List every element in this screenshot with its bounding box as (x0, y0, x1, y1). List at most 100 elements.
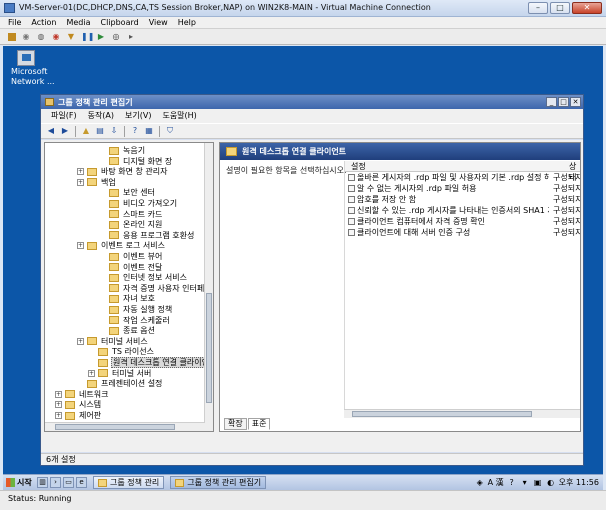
tree-item[interactable]: + 제어판 (55, 410, 102, 421)
tree-item[interactable]: 녹음기 (99, 145, 146, 156)
task-gpm[interactable]: 그룹 정책 관리 (93, 476, 165, 489)
tree-item[interactable]: + 네트워크 (55, 389, 109, 400)
server-manager-icon[interactable]: ▥ (37, 477, 48, 488)
clock[interactable]: 오후 11:56 (559, 477, 599, 488)
expand-icon[interactable]: + (77, 242, 84, 250)
menu-file[interactable]: File (8, 17, 21, 28)
tab-extended[interactable]: 확장 (224, 418, 247, 430)
maximize-button[interactable]: □ (550, 2, 570, 14)
tree-item[interactable]: + 바탕 화면 창 관리자 (77, 166, 169, 177)
gpe-menu-action[interactable]: 동작(A) (88, 109, 114, 123)
gpe-menu-help[interactable]: 도움말(H) (162, 109, 196, 123)
task-gpe[interactable]: 그룹 정책 관리 편집기 (170, 476, 267, 489)
start-icon[interactable]: ◉ (21, 32, 31, 42)
turn-off-icon[interactable]: ◍ (36, 32, 46, 42)
tree-item[interactable]: 작업 스케줄러 (99, 315, 171, 326)
setting-row[interactable]: 암호를 저장 안 함 구성되지 (345, 194, 580, 205)
column-setting[interactable]: 설정 (351, 161, 366, 172)
setting-row[interactable]: 클라이언트에 대해 서버 인증 구성 구성되지 (345, 227, 580, 238)
desktop-icon-network[interactable]: Microsoft Network ... (11, 50, 55, 86)
network-tray-icon[interactable]: ▣ (533, 478, 543, 488)
gpe-menu-file[interactable]: 파일(F) (51, 109, 77, 123)
menu-media[interactable]: Media (66, 17, 90, 28)
policy-tree[interactable]: 녹음기 디지털 화면 장 + 바탕 화면 창 관리자 + 백업 보안 센터 비디오 가져오기 스… (44, 142, 214, 432)
expand-icon[interactable]: + (55, 390, 62, 398)
expand-icon[interactable]: + (55, 412, 62, 419)
ime-icon[interactable]: ◈ (475, 478, 485, 488)
tree-item[interactable]: + 백업 (77, 177, 117, 188)
minimize-button[interactable]: – (528, 2, 548, 14)
list-horizontal-scrollbar[interactable] (344, 409, 580, 418)
pause-icon[interactable]: ❚❚ (81, 32, 94, 42)
scroll-thumb[interactable] (55, 424, 175, 430)
tree-item[interactable]: 이벤트 뷰어 (99, 251, 163, 262)
help-tray-icon[interactable]: ? (507, 478, 517, 488)
shutdown-icon[interactable]: ◉ (51, 32, 61, 42)
tree-item[interactable]: 온라인 지원 (99, 219, 163, 230)
expand-icon[interactable]: + (77, 337, 84, 345)
tree-item[interactable]: 비디오 가져오기 (99, 198, 178, 209)
ime-options-icon[interactable]: ▾ (520, 478, 530, 488)
setting-row[interactable]: 올바른 게시자의 .rdp 파일 및 사용자의 기본 .rdp 설정 허용 구성되… (345, 172, 580, 183)
volume-icon[interactable]: ◐ (546, 478, 556, 488)
setting-row[interactable]: 클라이언트 컴퓨터에서 자격 증명 확인 구성되지 (345, 216, 580, 227)
gpe-menu-bar: 파일(F) 동작(A) 보기(V) 도움말(H) (41, 109, 583, 123)
tree-item[interactable]: 이벤트 전달 (99, 262, 163, 273)
tree-item[interactable]: TS 라이선스 (88, 346, 155, 357)
menu-help[interactable]: Help (178, 17, 196, 28)
ctrl-alt-del-icon[interactable] (8, 32, 16, 41)
expand-icon[interactable]: + (88, 369, 95, 377)
tree-item[interactable]: 모든 설정 (66, 431, 123, 432)
save-state-icon[interactable]: ▼ (66, 32, 76, 42)
tree-item[interactable]: 인터넷 정보 서비스 (99, 272, 188, 283)
menu-action[interactable]: Action (31, 17, 56, 28)
tree-item[interactable]: 자동 실행 정책 (99, 304, 173, 315)
powershell-icon[interactable]: › (50, 477, 61, 488)
gpe-maximize-button[interactable]: □ (558, 97, 569, 107)
setting-row[interactable]: 신뢰할 수 있는 .rdp 게시자를 나타내는 인증서의 SHA1 지... 구성… (345, 205, 580, 216)
tree-item[interactable]: 자녀 보호 (99, 293, 156, 304)
tree-item[interactable]: + 터미널 서비스 (77, 336, 149, 347)
explorer-icon[interactable]: ▭ (63, 477, 74, 488)
tree-horizontal-scrollbar[interactable] (45, 422, 205, 431)
up-folder-icon[interactable]: ▲ (80, 125, 92, 137)
expand-icon[interactable]: + (55, 401, 62, 409)
tree-item[interactable]: 종료 옵션 (99, 325, 156, 336)
expand-icon[interactable]: + (77, 168, 84, 176)
help-icon[interactable]: ? (129, 125, 141, 137)
tree-item[interactable]: 보안 센터 (99, 187, 156, 198)
tab-standard[interactable]: 표준 (247, 418, 271, 430)
menu-clipboard[interactable]: Clipboard (100, 17, 138, 28)
tree-item[interactable]: 자격 증명 사용자 인터페이스 (99, 283, 213, 294)
gpe-menu-view[interactable]: 보기(V) (125, 109, 151, 123)
ie-icon[interactable]: e (76, 477, 87, 488)
language-indicator[interactable]: A 漢 (488, 477, 504, 488)
expand-icon[interactable]: + (77, 178, 84, 186)
show-hide-tree-icon[interactable]: ▤ (94, 125, 106, 137)
revert-icon[interactable]: ▸ (126, 32, 136, 42)
snapshot-icon[interactable]: ◎ (111, 32, 121, 42)
setting-row[interactable]: 알 수 없는 게시자의 .rdp 파일 허용 구성되지 (345, 183, 580, 194)
start-label: 시작 (17, 478, 32, 487)
back-arrow-icon[interactable]: ◀ (45, 125, 57, 137)
close-button[interactable]: ✕ (572, 2, 602, 14)
start-button[interactable]: 시작 (3, 476, 33, 490)
tree-item[interactable]: 스마트 카드 (99, 209, 163, 220)
gpe-minimize-button[interactable]: _ (546, 97, 557, 107)
tree-item[interactable]: 원격 데스크톱 연결 클라이언 (88, 357, 211, 368)
properties-icon[interactable]: ▦ (143, 125, 155, 137)
tree-item[interactable]: 프레젠테이션 설정 (77, 378, 163, 389)
scroll-thumb[interactable] (206, 293, 212, 403)
reset-icon[interactable]: ▶ (96, 32, 106, 42)
tree-item[interactable]: + 시스템 (55, 399, 102, 410)
tree-item[interactable]: + 이벤트 로그 서비스 (77, 240, 166, 251)
tree-item[interactable]: 디지털 화면 장 (99, 156, 173, 167)
tree-item[interactable]: + 터미널 서버 (88, 368, 152, 379)
export-list-icon[interactable]: ⇩ (108, 125, 120, 137)
forward-arrow-icon[interactable]: ▶ (59, 125, 71, 137)
filter-icon[interactable]: ⛉ (164, 125, 176, 137)
tree-item[interactable]: 응용 프로그램 호환성 (99, 230, 195, 241)
gpe-close-button[interactable]: ✕ (570, 97, 581, 107)
tree-vertical-scrollbar[interactable] (204, 143, 213, 431)
menu-view[interactable]: View (149, 17, 168, 28)
